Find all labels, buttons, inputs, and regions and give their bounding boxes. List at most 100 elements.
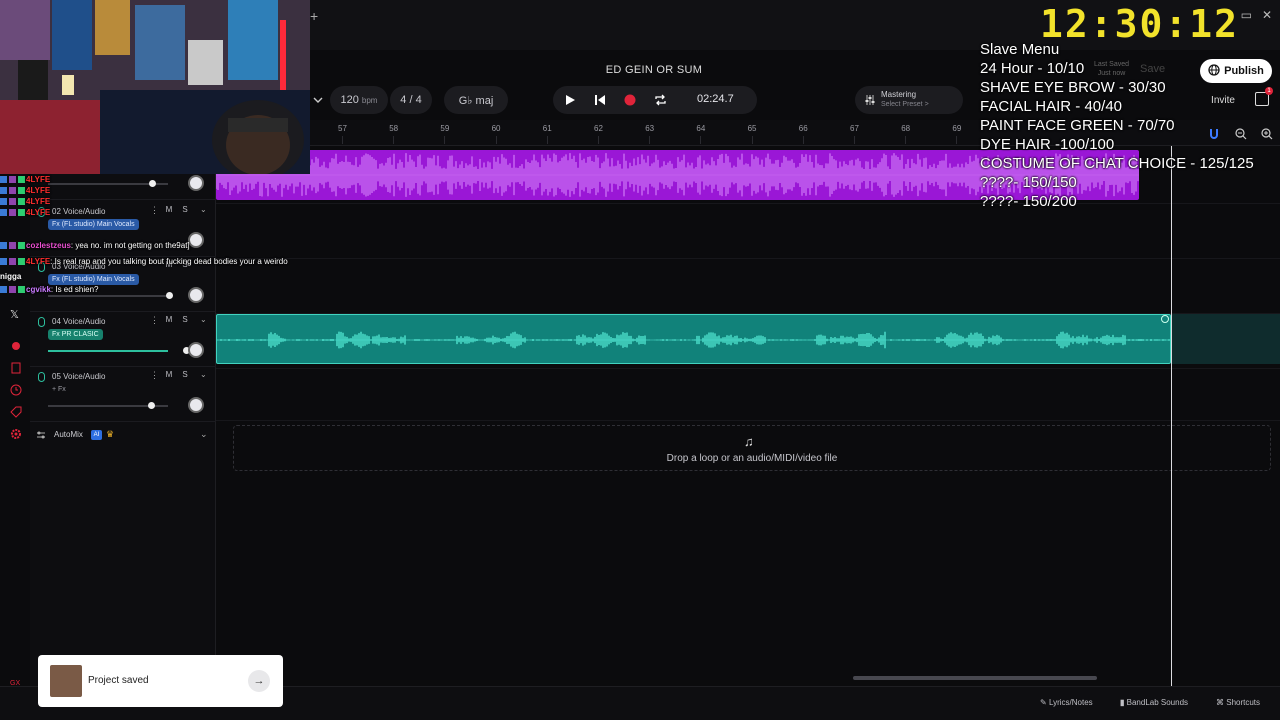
chat-badges-icon [0, 257, 26, 266]
tag-icon[interactable] [10, 406, 22, 418]
automix-label: AutoMix [54, 430, 83, 439]
pan-knob[interactable] [188, 342, 204, 358]
project-title[interactable]: ED GEIN OR SUM [560, 64, 748, 76]
music-note-icon: ♫ [744, 434, 754, 449]
bar-number: 59 [440, 124, 450, 133]
chevron-down-icon[interactable]: ⌄ [200, 205, 207, 214]
add-fx-button[interactable]: + Fx [48, 384, 70, 395]
key-control[interactable]: G♭ maj [444, 86, 508, 114]
ruler-tick [546, 136, 548, 144]
arrangement-area[interactable] [216, 146, 1280, 686]
pan-knob[interactable] [188, 287, 204, 303]
bar-number: 64 [696, 124, 706, 133]
pan-knob[interactable] [188, 232, 204, 248]
ruler-tick [649, 136, 651, 144]
minimize-icon[interactable]: ▭ [1241, 8, 1252, 22]
menu-item: FACIAL HAIR - 40/40 [980, 98, 1123, 115]
audio-clip-track-04[interactable] [216, 314, 1171, 364]
chat-message: cgvikk: Is ed shien? [0, 285, 99, 296]
fx-chain-badge[interactable]: Fx PR CLASIC [48, 329, 103, 340]
mastering-preset-button[interactable]: Mastering Select Preset > [855, 86, 963, 114]
track-04[interactable]: 04 Voice/Audio ⋮ M S ⌄ Fx PR CLASIC [30, 313, 216, 367]
close-icon[interactable]: ✕ [1262, 8, 1272, 22]
ruler-tick [905, 136, 907, 144]
chat-text: : yea no. im not getting on the9at] [70, 241, 190, 250]
track-menu-icon[interactable]: ⋮ [150, 205, 159, 216]
playhead-line[interactable] [1171, 146, 1172, 686]
arrow-right-icon[interactable]: → [248, 670, 270, 692]
mute-button[interactable]: M [163, 370, 175, 379]
shortcuts-button[interactable]: ⌘ Shortcuts [1216, 698, 1260, 707]
skip-to-start-icon[interactable] [591, 91, 609, 109]
lyrics-notes-button[interactable]: ✎ Lyrics/Notes [1040, 698, 1093, 707]
loop-icon[interactable] [651, 91, 669, 109]
track-name[interactable]: 02 Voice/Audio [52, 207, 105, 216]
lane-divider [216, 420, 1280, 421]
webcam-overlay [0, 0, 310, 174]
play-icon[interactable] [561, 91, 579, 109]
bar-number: 62 [594, 124, 603, 133]
drop-zone[interactable]: ♫ Drop a loop or an audio/MIDI/video fil… [233, 425, 1271, 471]
chevron-down-icon[interactable]: ⌄ [200, 370, 207, 379]
track-menu-icon[interactable]: ⋮ [150, 315, 159, 326]
chevron-down-icon[interactable]: ⌄ [200, 315, 207, 324]
clip-loop-handle[interactable] [1161, 315, 1169, 323]
clock-icon[interactable] [10, 384, 22, 396]
ruler-tick [342, 136, 343, 144]
bar-number: 58 [389, 124, 399, 133]
mic-icon [38, 317, 45, 327]
automix-row[interactable]: AutoMix AI ♛ ⌄ [30, 426, 216, 446]
track-name[interactable]: 04 Voice/Audio [52, 317, 105, 326]
menu-item: ????- 150/200 [980, 193, 1077, 210]
tempo-control[interactable]: 120 bpm [330, 86, 388, 114]
mute-button[interactable]: M [163, 315, 175, 324]
fx-chain-badge[interactable]: Fx (FL studio) Main Vocals [48, 219, 139, 230]
track-05[interactable]: 05 Voice/Audio ⋮ M S ⌄ + Fx [30, 368, 216, 422]
horizontal-scrollbar[interactable] [853, 676, 1097, 680]
project-thumbnail [50, 665, 82, 697]
chat-username: 4LYFE [26, 175, 51, 184]
chat-badges-icon [0, 241, 26, 250]
new-tab-icon[interactable]: + [310, 8, 318, 24]
mic-icon [38, 372, 45, 382]
bar-number: 65 [747, 124, 757, 133]
track-menu-icon[interactable]: ⋮ [150, 370, 159, 381]
bar-number: 67 [850, 124, 859, 133]
record-icon[interactable] [621, 91, 639, 109]
bookmark-icon[interactable] [10, 362, 22, 374]
ruler-tick [444, 136, 446, 144]
solo-button[interactable]: S [179, 205, 191, 214]
left-tool-rail: 𝕏 GX [0, 170, 30, 720]
bar-number: 60 [491, 124, 501, 133]
track-name[interactable]: 05 Voice/Audio [52, 372, 105, 381]
bar-number: 66 [798, 124, 808, 133]
solo-button[interactable]: S [179, 370, 191, 379]
chevron-down-icon[interactable]: ⌄ [200, 429, 208, 440]
menu-item: ????- 150/150 [980, 174, 1077, 191]
menu-item: SHAVE EYE BROW - 30/30 [980, 79, 1166, 96]
mute-button[interactable]: M [163, 205, 175, 214]
tempo-value: 120 [340, 94, 359, 106]
volume-slider[interactable] [48, 347, 190, 354]
x-social-icon[interactable]: 𝕏 [10, 308, 22, 321]
chat-text: : Is ed shien? [50, 285, 99, 294]
bandlab-sounds-button[interactable]: ▮ BandLab Sounds [1120, 698, 1188, 707]
clip-region-tail [1171, 314, 1280, 364]
solo-button[interactable]: S [179, 315, 191, 324]
settings-gear-icon[interactable] [10, 428, 22, 440]
bar-number: 57 [338, 124, 347, 133]
fx-chain-badge[interactable]: Fx (FL studio) Main Vocals [48, 274, 139, 285]
volume-slider[interactable] [48, 180, 168, 187]
ruler-tick [393, 136, 395, 144]
time-signature-control[interactable]: 4 / 4 [390, 86, 432, 114]
project-saved-toast[interactable]: Project saved → [38, 655, 283, 707]
ruler-tick [956, 136, 958, 144]
volume-slider[interactable] [48, 402, 168, 409]
lane-divider [216, 368, 1280, 369]
collapse-chevron-icon[interactable] [310, 86, 326, 114]
pan-knob[interactable] [188, 175, 204, 191]
record-red-icon[interactable] [10, 340, 22, 352]
bar-number: 69 [952, 124, 962, 133]
bar-number: 61 [542, 124, 552, 133]
pan-knob[interactable] [188, 397, 204, 413]
